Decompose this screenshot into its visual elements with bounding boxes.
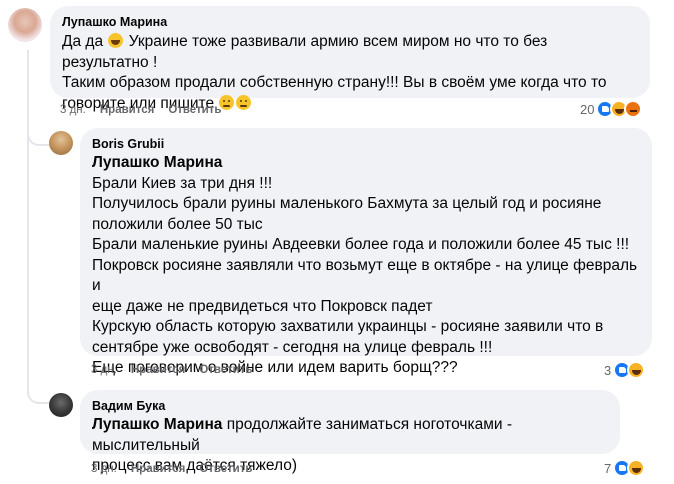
- comment-actions: 3 дн. Нравится Ответить: [91, 362, 266, 378]
- comment-text-line: Украине тоже развивали армию всем миром …: [62, 33, 548, 71]
- thread-line: [27, 50, 29, 368]
- comment-text: Лупашко Марина Брали Киев за три дня !!!…: [92, 153, 640, 379]
- avatar[interactable]: [49, 393, 73, 417]
- reaction-count: 20: [580, 101, 595, 117]
- reaction-count: 7: [604, 460, 612, 476]
- avatar[interactable]: [8, 8, 42, 42]
- comment-author[interactable]: Boris Grubii: [92, 136, 640, 152]
- like-button[interactable]: Нравится: [100, 104, 154, 116]
- reaction-summary[interactable]: 3: [604, 361, 646, 379]
- comment-bubble: Вадим Бука Лупашко Марина продолжайте за…: [80, 390, 620, 474]
- sad-emoji-icon: [236, 94, 252, 110]
- comment-time[interactable]: 3 дн.: [91, 463, 117, 475]
- reply-button[interactable]: Ответить: [168, 104, 221, 116]
- angry-icon: [624, 100, 643, 118]
- comment-time[interactable]: 3 дн.: [60, 104, 86, 116]
- laugh-icon: [627, 361, 646, 379]
- comment-bubble: Boris Grubii Лупашко Марина Брали Киев з…: [80, 128, 652, 376]
- comment-author[interactable]: Вадим Бука: [92, 398, 608, 414]
- comment-text-line: Таким образом продали собственную страну…: [62, 74, 607, 91]
- thread-connector: [27, 120, 49, 146]
- comment-text-line: Брали Киев за три дня !!!: [92, 174, 273, 192]
- comment-text-line: сентябре уже освободят - сегодня на улиц…: [92, 338, 493, 356]
- comment-actions: 3 дн. Нравится Ответить: [60, 102, 235, 118]
- reply-button[interactable]: Ответить: [199, 463, 252, 475]
- comment-text-line: Брали маленькие руины Авдеевки более год…: [92, 236, 630, 253]
- avatar[interactable]: [49, 131, 73, 155]
- comment-bubble: Лупашко Марина Да да Украине тоже развив…: [50, 6, 650, 112]
- comment-text-line: положили более 50 тыс: [92, 215, 263, 233]
- reaction-summary[interactable]: 7: [604, 459, 646, 477]
- laugh-icon: [627, 459, 646, 477]
- laughing-emoji-icon: [108, 33, 124, 48]
- comment-text-line: еще даже не предвидеться что Покровск па…: [92, 297, 433, 315]
- comment-author[interactable]: Лупашко Марина: [62, 14, 638, 30]
- like-button[interactable]: Нравится: [131, 364, 185, 376]
- mention-link[interactable]: Лупашко Марина: [92, 153, 640, 174]
- comment-text-line: Да да: [62, 33, 108, 50]
- comment-text-line: Покровск росияне заявляли что возьмут ещ…: [92, 256, 638, 295]
- reaction-summary[interactable]: 20: [580, 100, 643, 118]
- comment-actions: 3 дн. Нравится Ответить: [91, 461, 266, 477]
- comment-text-line: Получилось брали руины маленького Бахмут…: [92, 195, 602, 212]
- like-button[interactable]: Нравится: [131, 463, 185, 475]
- mention-link[interactable]: Лупашко Марина: [92, 416, 222, 433]
- reply-button[interactable]: Ответить: [199, 364, 252, 376]
- thread-connector: [27, 360, 49, 404]
- reaction-count: 3: [604, 362, 612, 378]
- comment-text-line: Курскую область которую захватили украин…: [92, 318, 604, 335]
- comment-time[interactable]: 3 дн.: [91, 364, 117, 376]
